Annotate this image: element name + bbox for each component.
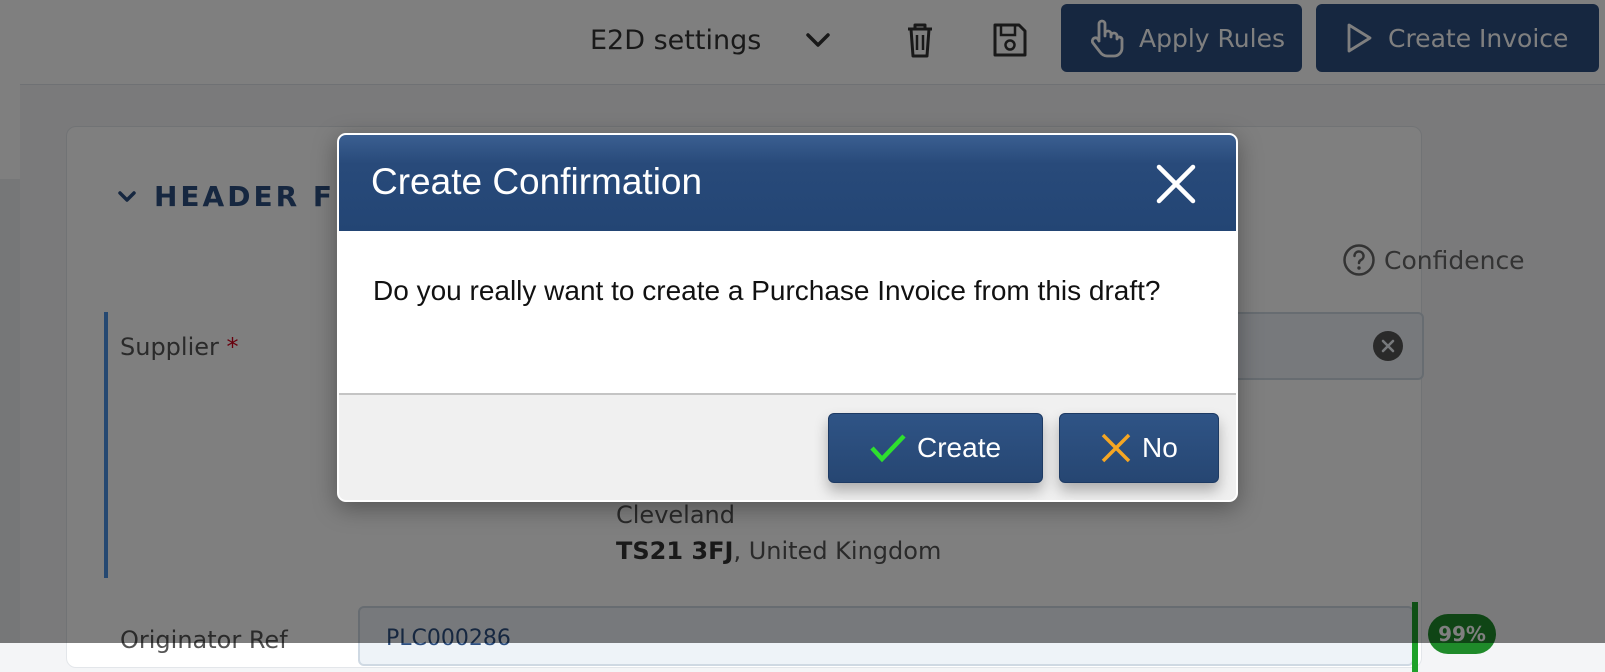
create-button[interactable]: Create <box>828 413 1043 483</box>
dialog-footer: Create No <box>339 393 1236 500</box>
create-button-label: Create <box>917 432 1002 463</box>
cross-icon <box>1101 433 1131 463</box>
dialog-header: Create Confirmation <box>339 135 1236 231</box>
dialog-message: Do you really want to create a Purchase … <box>373 275 1161 306</box>
check-icon <box>870 434 906 463</box>
no-button[interactable]: No <box>1059 413 1219 483</box>
close-icon[interactable] <box>1155 163 1197 205</box>
dialog-title: Create Confirmation <box>371 161 703 202</box>
create-confirmation-dialog: Create Confirmation Do you really want t… <box>337 133 1238 502</box>
no-button-label: No <box>1142 432 1178 463</box>
